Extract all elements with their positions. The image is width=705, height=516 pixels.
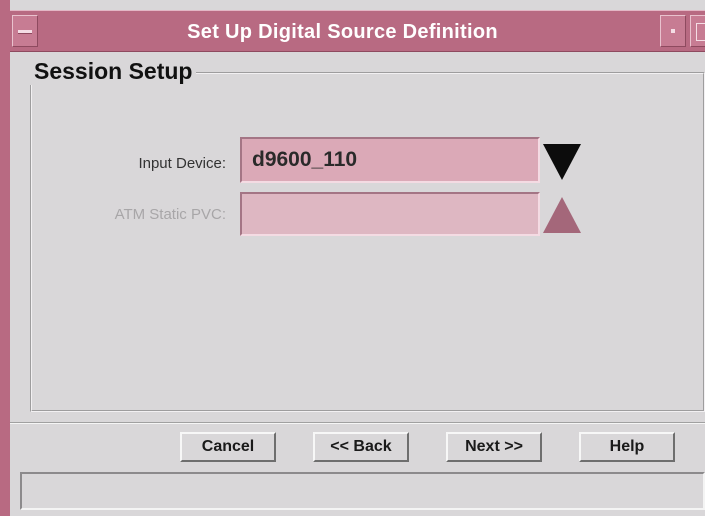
atm-static-pvc-field [240,192,540,236]
window-menu-icon [18,30,32,34]
atm-static-pvc-label: ATM Static PVC: [114,206,226,223]
maximize-button[interactable] [690,15,705,47]
maximize-icon [696,23,705,41]
button-separator [10,422,705,424]
status-bar [20,472,705,510]
title-bar[interactable]: Set Up Digital Source Definition [10,10,705,52]
input-device-label: Input Device: [138,155,226,172]
triangle-down-icon[interactable] [543,144,581,180]
group-title: Session Setup [30,58,197,85]
triangle-up-icon [543,197,581,233]
input-device-field[interactable]: d9600_110 [240,137,540,183]
back-button[interactable]: << Back [313,432,409,462]
cancel-button[interactable]: Cancel [180,432,276,462]
next-button[interactable]: Next >> [446,432,542,462]
help-button[interactable]: Help [579,432,675,462]
session-setup-group [30,72,705,412]
minimize-icon [671,29,675,33]
minimize-button[interactable] [660,15,686,47]
window-menu-button[interactable] [12,15,38,47]
window-title: Set Up Digital Source Definition [187,21,498,43]
